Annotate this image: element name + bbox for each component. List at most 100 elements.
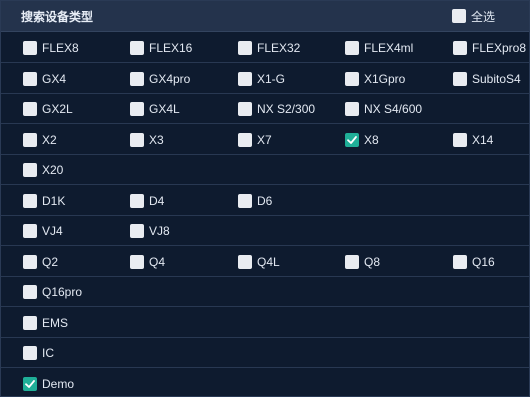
device-checkbox-q16[interactable]: Q16 [453,254,495,269]
device-row: Q16pro [1,277,529,307]
device-row: EMS [1,308,529,338]
device-checkbox-d6[interactable]: D6 [238,193,273,208]
device-checkbox-x3[interactable]: X3 [130,132,164,147]
panel-header: 搜索设备类型 全选 [1,1,529,32]
device-checkbox-x14[interactable]: X14 [453,132,494,147]
device-checkbox-flex4ml[interactable]: FLEX4ml [345,41,413,55]
device-checkbox-nx-s2-300[interactable]: NX S2/300 [238,102,315,116]
checkbox-unchecked-icon[interactable] [130,102,144,116]
device-checkbox-label: X7 [257,132,272,147]
device-checkbox-x7[interactable]: X7 [238,132,272,147]
device-checkbox-label: VJ4 [42,224,63,238]
checkbox-unchecked-icon[interactable] [453,132,467,147]
checkbox-unchecked-icon[interactable] [23,132,37,147]
checkbox-unchecked-icon[interactable] [130,254,144,269]
device-checkbox-label: FLEX32 [257,41,301,55]
device-checkbox-label: GX4 [42,71,67,86]
device-checkbox-label: X1-G [257,71,286,86]
checkbox-checked-icon[interactable] [345,132,359,147]
device-checkbox-gx2l[interactable]: GX2L [23,102,73,116]
device-checkbox-q4l[interactable]: Q4L [238,254,280,269]
device-checkbox-label: Q4L [257,254,280,269]
device-checkbox-label: FLEXpro8 [472,41,527,55]
device-checkbox-label: X20 [42,163,64,177]
device-row: FLEX8 FLEX16 FLEX32 FLEX4ml FLEXpro8 [1,33,529,63]
checkbox-unchecked-icon[interactable] [23,224,37,238]
device-checkbox-vj8[interactable]: VJ8 [130,224,170,238]
device-checkbox-x1-g[interactable]: X1-G [238,71,286,86]
checkbox-unchecked-icon[interactable] [453,71,467,86]
checkbox-unchecked-icon[interactable] [23,71,37,86]
checkbox-unchecked-icon[interactable] [23,315,37,330]
device-row: GX4 GX4pro X1-G X1Gpro SubitoS4 [1,64,529,94]
checkbox-checked-icon[interactable] [23,376,37,391]
device-checkbox-ems[interactable]: EMS [23,315,68,330]
select-all-checkbox[interactable]: 全选 [451,8,495,25]
device-checkbox-label: NX S2/300 [257,102,316,116]
device-checkbox-label: IC [42,346,54,360]
device-checkbox-gx4pro[interactable]: GX4pro [130,71,191,86]
device-checkbox-q2[interactable]: Q2 [23,254,59,269]
checkbox-unchecked-icon[interactable] [345,102,359,116]
checkbox-unchecked-icon[interactable] [23,41,37,55]
device-checkbox-flex16[interactable]: FLEX16 [130,41,192,55]
checkbox-unchecked-icon[interactable] [345,41,359,55]
device-checkbox-label: X14 [472,132,494,147]
device-checkbox-flex32[interactable]: FLEX32 [238,41,300,55]
checkbox-unchecked-icon[interactable] [238,102,252,116]
device-checkbox-label: GX4L [149,102,180,116]
device-checkbox-ic[interactable]: IC [23,346,54,360]
select-all-checkbox-box[interactable] [451,9,466,23]
device-checkbox-label: D6 [257,193,273,208]
checkbox-unchecked-icon[interactable] [23,285,37,299]
device-checkbox-gx4[interactable]: GX4 [23,71,67,86]
device-checkbox-vj4[interactable]: VJ4 [23,224,63,238]
device-checkbox-x1gpro[interactable]: X1Gpro [345,71,405,86]
device-checkbox-q16pro[interactable]: Q16pro [23,285,82,299]
panel-title: 搜索设备类型 [21,9,94,24]
checkbox-unchecked-icon[interactable] [238,193,252,208]
device-type-panel: 搜索设备类型 全选 FLEX8 FLEX16 FLEX32 FLEX4ml FLEXpr… [0,0,530,397]
checkbox-unchecked-icon[interactable] [130,193,144,208]
device-checkbox-x20[interactable]: X20 [23,163,63,177]
device-checkbox-q4[interactable]: Q4 [130,254,165,269]
device-checkbox-label: D1K [42,193,66,208]
device-type-grid: FLEX8 FLEX16 FLEX32 FLEX4ml FLEXpro8 GX4 GX4pr… [1,33,529,396]
checkbox-unchecked-icon[interactable] [23,254,37,269]
checkbox-unchecked-icon[interactable] [238,71,252,86]
device-checkbox-x8[interactable]: X8 [345,132,379,147]
checkbox-unchecked-icon[interactable] [453,254,467,269]
device-checkbox-label: Q2 [42,254,59,269]
device-checkbox-flex8[interactable]: FLEX8 [23,41,79,55]
device-checkbox-label: GX4pro [149,71,191,86]
checkbox-unchecked-icon[interactable] [238,41,252,55]
device-checkbox-gx4l[interactable]: GX4L [130,102,180,116]
device-row: D1K D4 D6 [1,186,529,216]
device-row: X20 [1,155,529,185]
device-checkbox-d1k[interactable]: D1K [23,193,66,208]
select-all-label: 全选 [470,9,495,24]
device-checkbox-x2[interactable]: X2 [23,132,57,147]
device-checkbox-flexpro8[interactable]: FLEXpro8 [453,41,526,55]
checkbox-unchecked-icon[interactable] [23,102,37,116]
checkbox-unchecked-icon[interactable] [130,224,144,238]
device-checkbox-nx-s4-600[interactable]: NX S4/600 [345,102,422,116]
device-checkbox-d4[interactable]: D4 [130,193,164,208]
device-checkbox-label: NX S4/600 [364,102,423,116]
checkbox-unchecked-icon[interactable] [23,163,37,177]
checkbox-unchecked-icon[interactable] [453,41,467,55]
checkbox-unchecked-icon[interactable] [23,346,37,360]
checkbox-unchecked-icon[interactable] [130,132,144,147]
checkbox-unchecked-icon[interactable] [238,254,252,269]
device-checkbox-demo[interactable]: Demo [23,376,74,391]
checkbox-unchecked-icon[interactable] [345,71,359,86]
device-checkbox-label: FLEX4ml [364,41,414,55]
checkbox-unchecked-icon[interactable] [345,254,359,269]
device-checkbox-subitos4[interactable]: SubitoS4 [453,71,521,86]
device-checkbox-q8[interactable]: Q8 [345,254,380,269]
checkbox-unchecked-icon[interactable] [23,193,37,208]
checkbox-unchecked-icon[interactable] [130,41,144,55]
checkbox-unchecked-icon[interactable] [130,71,144,86]
checkbox-unchecked-icon[interactable] [238,132,252,147]
device-checkbox-label: Q16pro [42,285,83,299]
